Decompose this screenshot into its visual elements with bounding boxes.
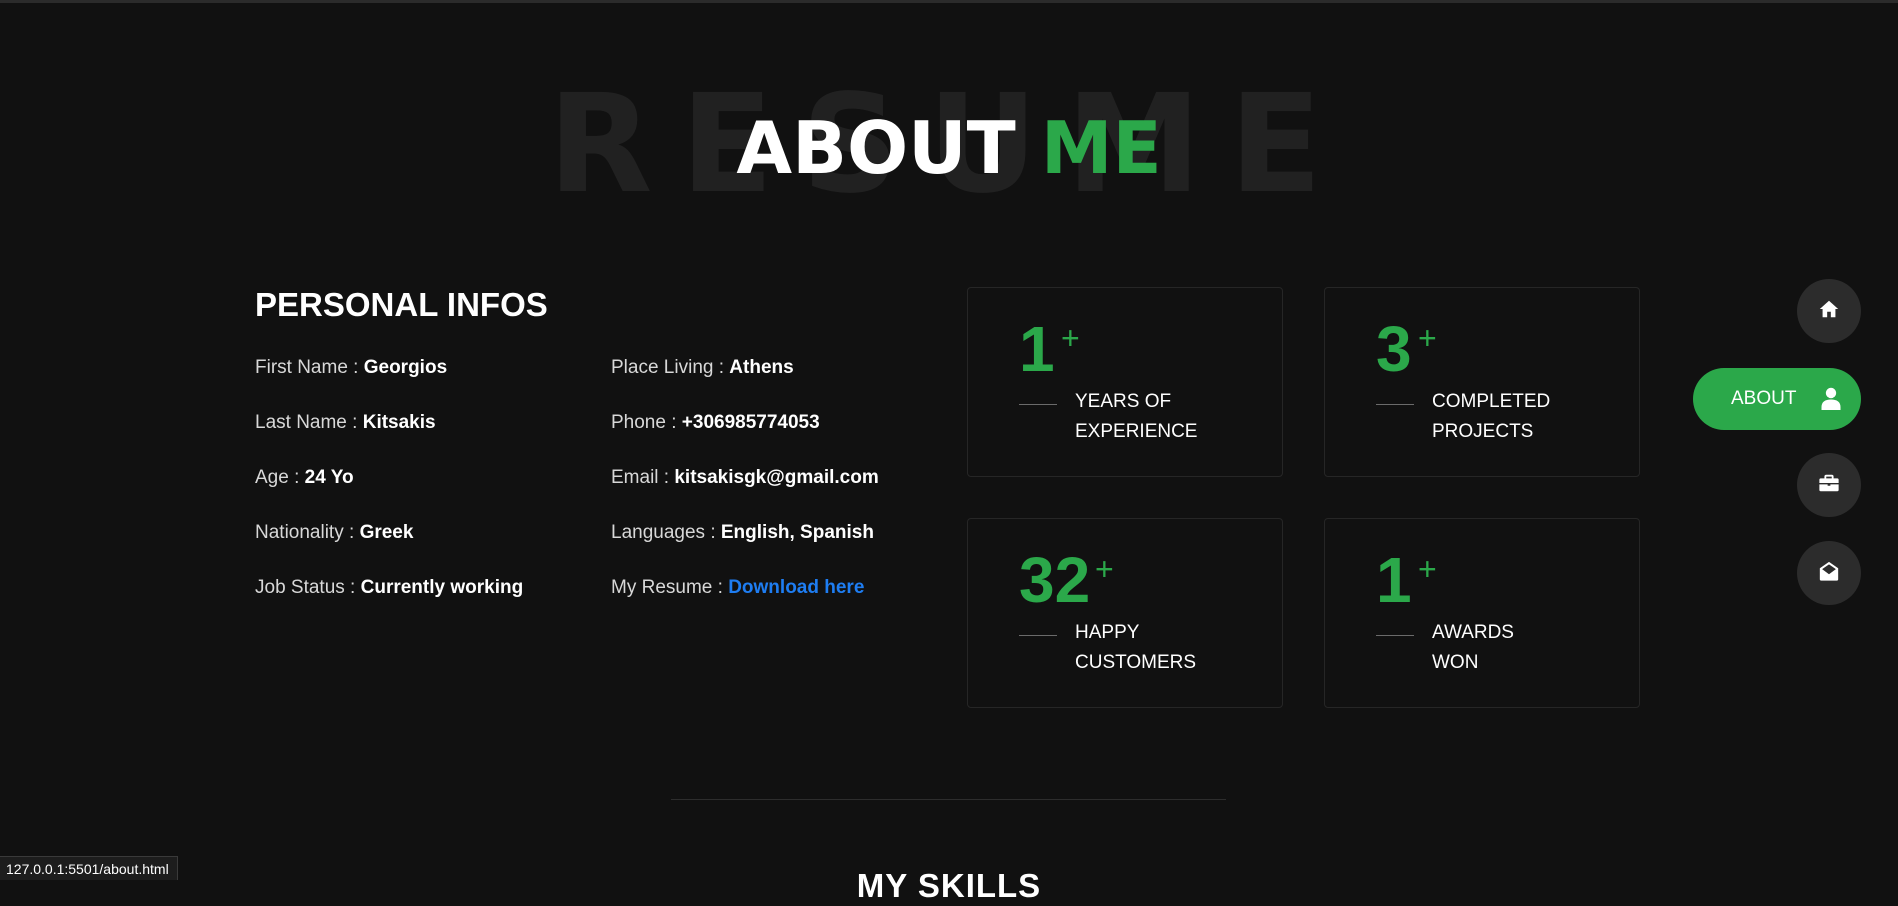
nav-about-button[interactable]: ABOUT bbox=[1693, 368, 1861, 430]
personal-infos-right-column: Place Living : Athens Phone : +306985774… bbox=[611, 355, 879, 630]
info-label: Email : bbox=[611, 467, 670, 488]
info-label: Nationality : bbox=[255, 522, 355, 543]
info-value: Currently working bbox=[360, 577, 524, 598]
stat-number: 3 bbox=[1376, 313, 1412, 385]
stat-label-line: AWARDS bbox=[1432, 622, 1514, 643]
info-value: Kitsakis bbox=[362, 412, 436, 433]
stat-label-line: PROJECTS bbox=[1432, 421, 1534, 442]
stat-label-line: CUSTOMERS bbox=[1075, 652, 1197, 673]
page-title: ABOUT ME bbox=[0, 108, 1898, 188]
stat-divider bbox=[1019, 404, 1057, 405]
page-title-main: ABOUT bbox=[736, 106, 1016, 190]
section-divider bbox=[671, 799, 1226, 800]
stat-label: YEARS OF EXPERIENCE bbox=[1075, 387, 1255, 447]
stat-label-line: EXPERIENCE bbox=[1075, 421, 1198, 442]
stat-divider bbox=[1019, 635, 1057, 636]
info-label: Languages : bbox=[611, 522, 716, 543]
info-value: kitsakisgk@gmail.com bbox=[674, 467, 879, 488]
info-place-living: Place Living : Athens bbox=[611, 355, 879, 410]
briefcase-icon bbox=[1818, 472, 1840, 499]
info-label: Phone : bbox=[611, 412, 677, 433]
info-value: English, Spanish bbox=[720, 522, 874, 543]
info-last-name: Last Name : Kitsakis bbox=[255, 410, 523, 465]
stat-label-line: WON bbox=[1432, 652, 1479, 673]
info-email: Email : kitsakisgk@gmail.com bbox=[611, 465, 879, 520]
stat-plus: + bbox=[1061, 320, 1080, 356]
page-title-block: RESUME ABOUT ME bbox=[0, 70, 1898, 220]
personal-infos-heading: PERSONAL INFOS bbox=[255, 286, 548, 323]
info-label: First Name : bbox=[255, 357, 359, 378]
info-label: Age : bbox=[255, 467, 300, 488]
nav-about-label: ABOUT bbox=[1731, 388, 1797, 409]
nav-contact-button[interactable] bbox=[1797, 541, 1861, 605]
stat-label: COMPLETED PROJECTS bbox=[1432, 387, 1612, 447]
page-title-accent: ME bbox=[1040, 106, 1162, 190]
info-value: Greek bbox=[359, 522, 414, 543]
info-job-status: Job Status : Currently working bbox=[255, 575, 523, 630]
info-phone: Phone : +306985774053 bbox=[611, 410, 879, 465]
info-value: Georgios bbox=[363, 357, 448, 378]
stat-number: 32 bbox=[1019, 544, 1091, 616]
nav-home-button[interactable] bbox=[1797, 279, 1861, 343]
info-first-name: First Name : Georgios bbox=[255, 355, 523, 410]
stat-plus: + bbox=[1418, 551, 1437, 587]
stat-label: AWARDS WON bbox=[1432, 618, 1612, 678]
status-bar-url: 127.0.0.1:5501/about.html bbox=[0, 856, 178, 880]
stat-label-line: COMPLETED bbox=[1432, 391, 1551, 412]
info-resume: My Resume : Download here bbox=[611, 575, 879, 630]
stat-box-experience: 1 + YEARS OF EXPERIENCE bbox=[967, 287, 1283, 477]
info-label: My Resume : bbox=[611, 577, 723, 598]
user-icon bbox=[1820, 387, 1842, 411]
stat-box-awards: 1 + AWARDS WON bbox=[1324, 518, 1640, 708]
stat-divider bbox=[1376, 635, 1414, 636]
top-border bbox=[0, 0, 1898, 3]
stat-label: HAPPY CUSTOMERS bbox=[1075, 618, 1255, 678]
stat-number: 1 bbox=[1019, 313, 1055, 385]
stat-plus: + bbox=[1095, 551, 1114, 587]
info-value: Athens bbox=[729, 357, 794, 378]
personal-infos-left-column: First Name : Georgios Last Name : Kitsak… bbox=[255, 355, 523, 630]
info-nationality: Nationality : Greek bbox=[255, 520, 523, 575]
stat-box-projects: 3 + COMPLETED PROJECTS bbox=[1324, 287, 1640, 477]
info-label: Place Living : bbox=[611, 357, 725, 378]
nav-portfolio-button[interactable] bbox=[1797, 453, 1861, 517]
stat-label-line: HAPPY bbox=[1075, 622, 1140, 643]
stat-number: 1 bbox=[1376, 544, 1412, 616]
info-age: Age : 24 Yo bbox=[255, 465, 523, 520]
stat-divider bbox=[1376, 404, 1414, 405]
resume-download-link[interactable]: Download here bbox=[728, 577, 864, 598]
stat-label-line: YEARS OF bbox=[1075, 391, 1172, 412]
info-label: Job Status : bbox=[255, 577, 356, 598]
info-languages: Languages : English, Spanish bbox=[611, 520, 879, 575]
info-value: 24 Yo bbox=[304, 467, 354, 488]
home-icon bbox=[1818, 298, 1840, 325]
stat-box-customers: 32 + HAPPY CUSTOMERS bbox=[967, 518, 1283, 708]
stat-plus: + bbox=[1418, 320, 1437, 356]
skills-heading: MY SKILLS bbox=[856, 867, 1042, 904]
info-value: +306985774053 bbox=[681, 412, 820, 433]
envelope-open-icon bbox=[1818, 560, 1840, 587]
info-label: Last Name : bbox=[255, 412, 358, 433]
